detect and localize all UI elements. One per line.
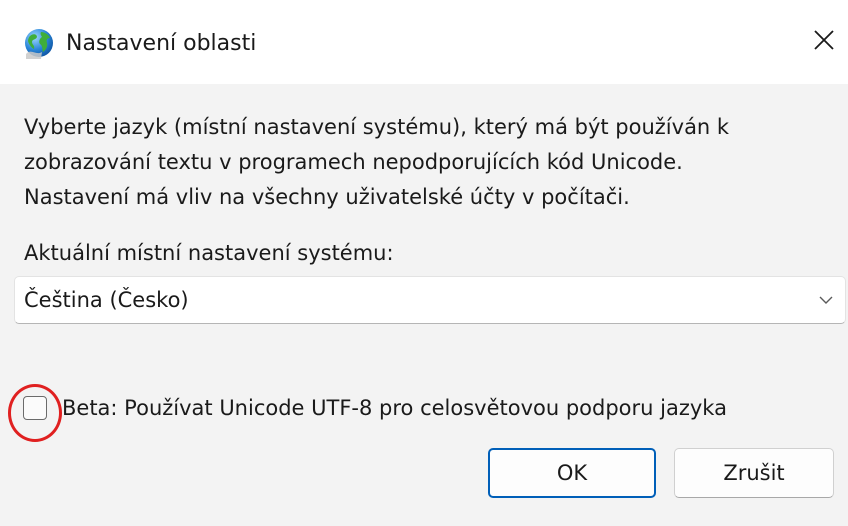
description-line: Nastavení má vliv na všechny uživatelské…	[24, 185, 630, 209]
system-locale-dropdown[interactable]: Čeština (Česko)	[14, 276, 846, 324]
dialog-title: Nastavení oblasti	[66, 31, 257, 56]
utf8-checkbox-label[interactable]: Beta: Používat Unicode UTF-8 pro celosvě…	[62, 393, 727, 423]
system-locale-label: Aktuální místní nastavení systému:	[24, 241, 394, 265]
globe-icon	[22, 26, 56, 60]
description-line: zobrazování textu v programech nepodporu…	[24, 150, 683, 174]
close-button[interactable]	[800, 18, 848, 66]
region-settings-dialog: Nastavení oblasti Vyberte jazyk (místní …	[0, 0, 848, 526]
description-text: Vyberte jazyk (místní nastavení systému)…	[24, 110, 834, 215]
cancel-button[interactable]: Zrušit	[674, 448, 834, 498]
title-bar: Nastavení oblasti	[0, 0, 848, 84]
ok-button[interactable]: OK	[488, 448, 656, 498]
system-locale-value: Čeština (Česko)	[24, 288, 189, 312]
description-line: Vyberte jazyk (místní nastavení systému)…	[24, 115, 730, 139]
utf8-checkbox[interactable]	[23, 396, 47, 420]
dialog-content: Vyberte jazyk (místní nastavení systému)…	[0, 84, 848, 526]
close-icon	[813, 29, 835, 55]
chevron-down-icon	[817, 291, 835, 309]
